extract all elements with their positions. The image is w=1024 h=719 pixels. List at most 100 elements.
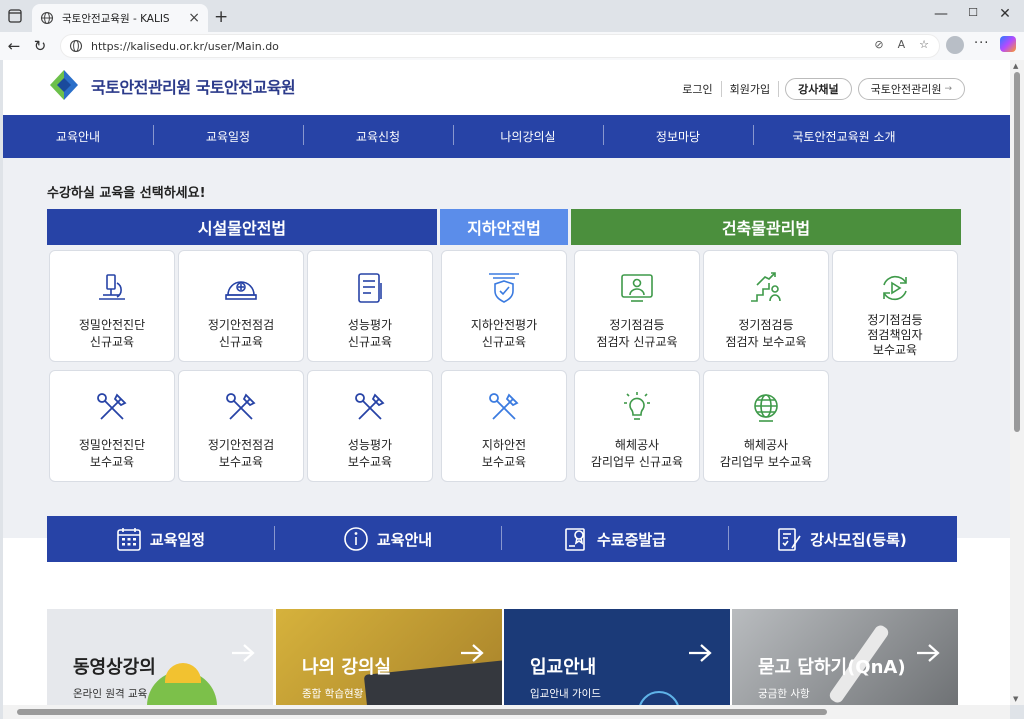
stairs-icon xyxy=(751,272,781,302)
banner-qna[interactable]: 묻고 답하기(QnA) 궁금한 사항 xyxy=(732,609,958,705)
certificate-icon xyxy=(565,528,585,551)
kalis-site-label: 국토안전관리원 xyxy=(870,83,942,96)
quick-label: 수료증발급 xyxy=(596,530,666,549)
kalis-site-button[interactable]: 국토안전관리원 → xyxy=(857,78,965,100)
category-underground-safety: 지하안전법 xyxy=(440,209,568,245)
course-line1: 정기점검등 xyxy=(609,318,665,332)
course-card-regular-check-refresh[interactable]: 정기안전점검 보수교육 xyxy=(178,370,304,482)
vertical-scrollbar[interactable]: ▲ ▼ xyxy=(1010,60,1024,705)
banner-my-classroom[interactable]: 나의 강의실 종합 학습현황 xyxy=(276,609,502,705)
vertical-scroll-thumb[interactable] xyxy=(1014,72,1020,432)
minimize-button[interactable]: — xyxy=(932,6,950,22)
signup-link[interactable]: 회원가입 xyxy=(722,81,780,97)
banner-subtitle: 궁금한 사항 xyxy=(758,688,810,700)
course-card-demolition-new[interactable]: 해체공사감리업무 신규교육 xyxy=(574,370,700,482)
banner-title: 나의 강의실 xyxy=(302,657,392,678)
favorite-star-icon[interactable]: ☆ xyxy=(919,38,929,51)
course-card-performance-new[interactable]: 성능평가 신규교육 xyxy=(307,250,433,362)
main-nav: 교육안내 교육일정 교육신청 나의강의실 정보마당 국토안전교육원 소개 xyxy=(3,115,1010,158)
close-tab-icon[interactable]: × xyxy=(188,10,200,26)
globe-icon xyxy=(754,394,778,422)
quick-schedule-button[interactable]: 교육일정 xyxy=(47,526,274,552)
quick-instructor-recruit-button[interactable]: 강사모집(등록) xyxy=(728,526,955,552)
course-card-performance-refresh[interactable]: 성능평가보수교육 xyxy=(307,370,433,482)
quick-edu-info-button[interactable]: 교육안내 xyxy=(274,526,501,552)
course-line1: 해체공사 xyxy=(614,438,660,452)
helmet-icon xyxy=(225,281,257,300)
nav-item-info[interactable]: 정보마당 xyxy=(603,125,753,145)
course-card-regular-check-new[interactable]: 정기안전점검 신규교육 xyxy=(178,250,304,362)
category-facility-safety: 시설물안전법 xyxy=(47,209,437,245)
nav-item-apply[interactable]: 교육신청 xyxy=(303,125,453,145)
site-info-icon[interactable] xyxy=(69,39,83,53)
banner-subtitle: 입교안내 가이드 xyxy=(530,688,601,700)
instructor-channel-button[interactable]: 강사채널 xyxy=(785,78,852,100)
quick-certificate-button[interactable]: 수료증발급 xyxy=(501,526,728,552)
refresh-button[interactable]: ↻ xyxy=(30,36,50,56)
maximize-button[interactable]: ☐ xyxy=(964,6,982,19)
profile-avatar[interactable] xyxy=(946,36,964,54)
info-icon xyxy=(344,527,368,551)
browser-toolbar: ← ↻ https://kalisedu.or.kr/user/Main.do … xyxy=(0,32,1024,60)
course-line2: 보수교육 xyxy=(89,455,135,469)
course-line2: 점검책임자 xyxy=(867,328,923,342)
horizontal-scroll-thumb[interactable] xyxy=(17,709,827,715)
read-aloud-icon[interactable]: A xyxy=(898,38,906,51)
course-card-demolition-refresh[interactable]: 해체공사 감리업무 보수교육 xyxy=(703,370,829,482)
kalis-logo-icon[interactable] xyxy=(47,68,81,102)
course-line1: 해체공사 xyxy=(743,438,789,452)
course-line3: 보수교육 xyxy=(872,343,918,357)
external-arrow-icon: → xyxy=(944,84,952,94)
course-line1: 정기안전점검 xyxy=(207,318,275,332)
nav-item-about[interactable]: 국토안전교육원 소개 xyxy=(753,125,935,145)
course-card-chief-inspector-refresh[interactable]: 정기점검등 점검책임자 보수교육 xyxy=(832,250,958,362)
back-button[interactable]: ← xyxy=(4,36,24,56)
arrow-right-icon xyxy=(232,644,255,662)
course-card-underground-eval-new[interactable]: 지하안전평가 신규교육 xyxy=(441,250,567,362)
nav-item-edu-info[interactable]: 교육안내 xyxy=(3,128,153,145)
course-card-inspector-refresh[interactable]: 정기점검등 점검자 보수교육 xyxy=(703,250,829,362)
course-card-underground-refresh[interactable]: 지하안전 보수교육 xyxy=(441,370,567,482)
tools-icon xyxy=(226,393,256,420)
web-page: 국토안전관리원 국토안전교육원 로그인 회원가입 강사채널 국토안전관리원 → 교… xyxy=(3,60,1010,705)
quick-label: 강사모집(등록) xyxy=(810,530,907,549)
course-line2: 감리업무 신규교육 xyxy=(590,455,684,469)
course-card-inspector-new[interactable]: 정기점검등점검자 신규교육 xyxy=(574,250,700,362)
course-line2: 보수교육 xyxy=(347,455,393,469)
quick-menu-bar: 교육일정 교육안내 수료증발급 강사모집(등록) xyxy=(47,516,957,562)
login-link[interactable]: 로그인 xyxy=(674,81,722,97)
course-line1: 지하안전평가 xyxy=(470,318,538,332)
course-card-precision-refresh[interactable]: 정밀안전진단보수교육 xyxy=(49,370,175,482)
address-bar[interactable]: https://kalisedu.or.kr/user/Main.do ⊘ A … xyxy=(60,34,940,58)
banner-subtitle: 종합 학습현황 xyxy=(302,688,364,700)
globe-icon xyxy=(40,11,54,25)
tab-actions-icon[interactable] xyxy=(6,7,24,25)
tracking-icon[interactable]: ⊘ xyxy=(874,38,883,51)
course-line2: 보수교육 xyxy=(481,455,527,469)
course-line1: 성능평가 xyxy=(347,438,393,452)
nav-item-schedule[interactable]: 교육일정 xyxy=(153,125,303,145)
site-title[interactable]: 국토안전관리원 국토안전교육원 xyxy=(91,74,296,98)
copilot-icon[interactable] xyxy=(1000,36,1016,52)
scroll-up-icon[interactable]: ▲ xyxy=(1013,62,1018,70)
nav-item-my-classroom[interactable]: 나의강의실 xyxy=(453,125,603,145)
tools-icon xyxy=(97,393,127,420)
banner-video-lecture[interactable]: 동영상강의 온라인 원격 교육 xyxy=(47,609,273,705)
close-window-button[interactable]: ✕ xyxy=(996,6,1014,22)
lightbulb-icon xyxy=(624,392,650,420)
scroll-down-icon[interactable]: ▼ xyxy=(1013,695,1018,703)
shield-icon xyxy=(489,273,519,303)
course-card-precision-new[interactable]: 정밀안전진단 신규교육 xyxy=(49,250,175,362)
course-line1: 정밀안전진단 xyxy=(78,438,146,452)
mascot-helmet xyxy=(165,663,201,683)
banner-admission-guide[interactable]: 입교안내 입교안내 가이드 xyxy=(504,609,730,705)
section-prompt: 수강하실 교육을 선택하세요! xyxy=(47,186,206,201)
course-line2: 점검자 신규교육 xyxy=(596,335,678,349)
settings-more-icon[interactable]: ··· xyxy=(974,36,989,51)
browser-tab[interactable]: 국토안전교육원 - KALIS × xyxy=(32,4,208,32)
browser-titlebar: 국토안전교육원 - KALIS × + — ☐ ✕ xyxy=(0,0,1024,32)
new-tab-button[interactable]: + xyxy=(214,7,228,27)
horizontal-scrollbar[interactable] xyxy=(3,705,1010,719)
url-text: https://kalisedu.or.kr/user/Main.do xyxy=(91,39,279,53)
category-building-management: 건축물관리법 xyxy=(571,209,961,245)
